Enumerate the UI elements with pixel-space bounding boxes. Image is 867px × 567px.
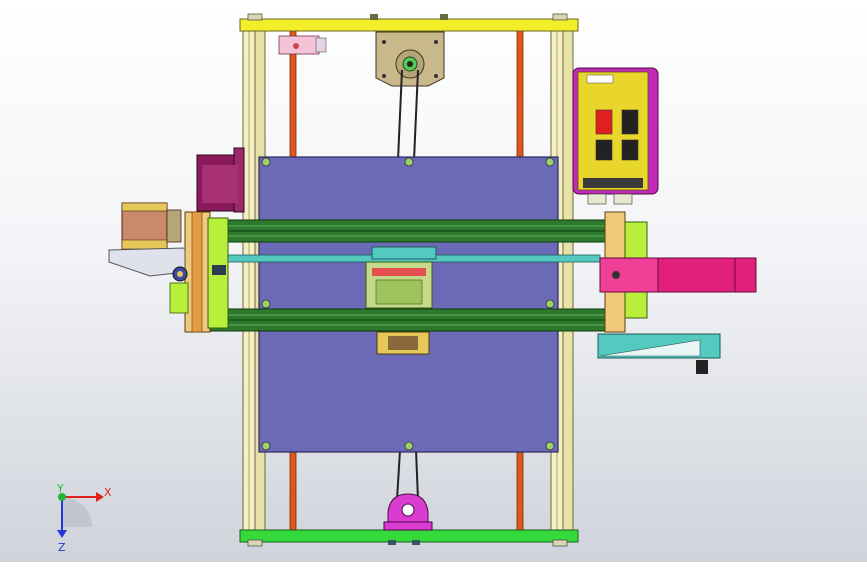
orientation-triad: X Y Z bbox=[56, 482, 112, 554]
x-drive-motor-right[interactable] bbox=[599, 257, 757, 293]
x-rail-lower[interactable] bbox=[199, 308, 616, 332]
bottom-frame-bar[interactable] bbox=[239, 529, 579, 547]
top-frame-bar[interactable] bbox=[239, 13, 579, 32]
z-axis-label: Z bbox=[58, 541, 66, 554]
top-idler-pulley-bracket[interactable] bbox=[375, 31, 445, 87]
y-stepper-motor[interactable] bbox=[196, 147, 245, 213]
x-stepper-motor[interactable] bbox=[121, 202, 182, 250]
bottom-pulley-bracket[interactable] bbox=[383, 493, 433, 531]
left-extruder-bracket[interactable] bbox=[108, 247, 189, 314]
model-view[interactable]: X Y Z bbox=[0, 0, 867, 562]
controller-board[interactable] bbox=[572, 67, 659, 205]
cad-viewport[interactable]: X Y Z bbox=[0, 0, 867, 562]
filament-sensor[interactable] bbox=[597, 333, 721, 374]
endstop-switch[interactable] bbox=[278, 35, 327, 55]
left-carriage-plate[interactable] bbox=[184, 211, 229, 333]
x-axis-label: X bbox=[104, 486, 112, 499]
y-axis-label: Y bbox=[56, 482, 64, 495]
x-rail-upper[interactable] bbox=[199, 219, 616, 243]
print-head-carriage[interactable] bbox=[365, 246, 437, 355]
